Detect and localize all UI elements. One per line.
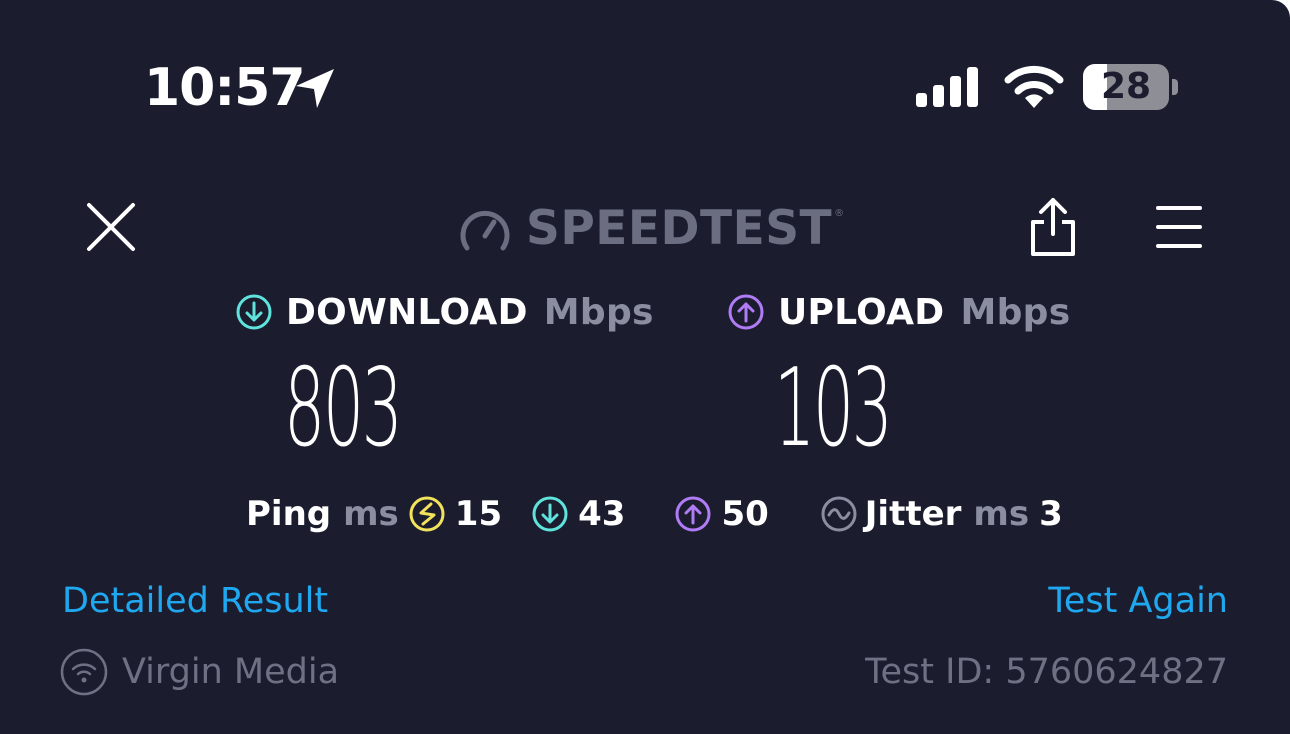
test-id: Test ID: 5760624827 (865, 652, 1228, 692)
provider-name: Virgin Media (122, 652, 340, 692)
wifi-icon (1004, 65, 1064, 108)
hamburger-menu-icon[interactable] (1154, 202, 1204, 252)
jitter-label: Jitter (864, 494, 962, 534)
close-icon[interactable] (84, 200, 138, 254)
download-header: DOWNLOAD Mbps (236, 290, 654, 334)
ping-unit: ms (343, 494, 399, 534)
download-unit: Mbps (543, 291, 654, 333)
ping-download-value: 43 (578, 494, 626, 534)
ping-upload-value: 50 (721, 494, 769, 534)
battery-level: 28 (1100, 66, 1152, 107)
battery-cap (1172, 79, 1178, 95)
ping-idle-icon (409, 496, 445, 532)
upload-speed-value: 103 (774, 346, 893, 471)
download-speed-value: 803 (284, 346, 403, 471)
wifi-circle-icon (60, 648, 108, 696)
upload-header: UPLOAD Mbps (728, 290, 1070, 334)
speedtest-logo: SPEEDTEST ® (458, 198, 844, 260)
brand-trademark: ® (834, 208, 845, 219)
jitter-wave-icon (821, 496, 857, 532)
speedtest-result-screen: 10:57 28 SPEEDTEST ® DOWNLOAD Mbps UPLOA… (0, 0, 1290, 734)
detailed-result-link[interactable]: Detailed Result (62, 578, 328, 624)
location-arrow-icon (296, 69, 334, 108)
download-label: DOWNLOAD (286, 291, 528, 333)
cellular-signal-icon (916, 67, 978, 107)
arrow-up-circle-icon (728, 294, 764, 330)
ping-label: Ping (246, 494, 332, 534)
share-icon[interactable] (1028, 196, 1078, 258)
ping-download-icon (532, 496, 568, 532)
test-again-link[interactable]: Test Again (1048, 578, 1228, 624)
jitter-value: 3 (1039, 494, 1063, 534)
ping-jitter-row: Ping ms 15 43 50 Jitter ms 3 (246, 492, 1063, 536)
jitter-unit: ms (973, 494, 1030, 534)
upload-unit: Mbps (960, 291, 1071, 333)
arrow-down-circle-icon (236, 294, 272, 330)
ping-upload-icon (675, 496, 711, 532)
brand-name: SPEEDTEST (526, 201, 833, 256)
ping-idle-value: 15 (454, 494, 503, 534)
status-time: 10:57 (144, 58, 306, 118)
speedometer-icon (460, 210, 510, 251)
upload-label: UPLOAD (778, 291, 945, 333)
battery-body: 28 (1083, 64, 1169, 110)
provider-info: Virgin Media (60, 648, 339, 696)
battery-indicator: 28 (1083, 64, 1181, 110)
